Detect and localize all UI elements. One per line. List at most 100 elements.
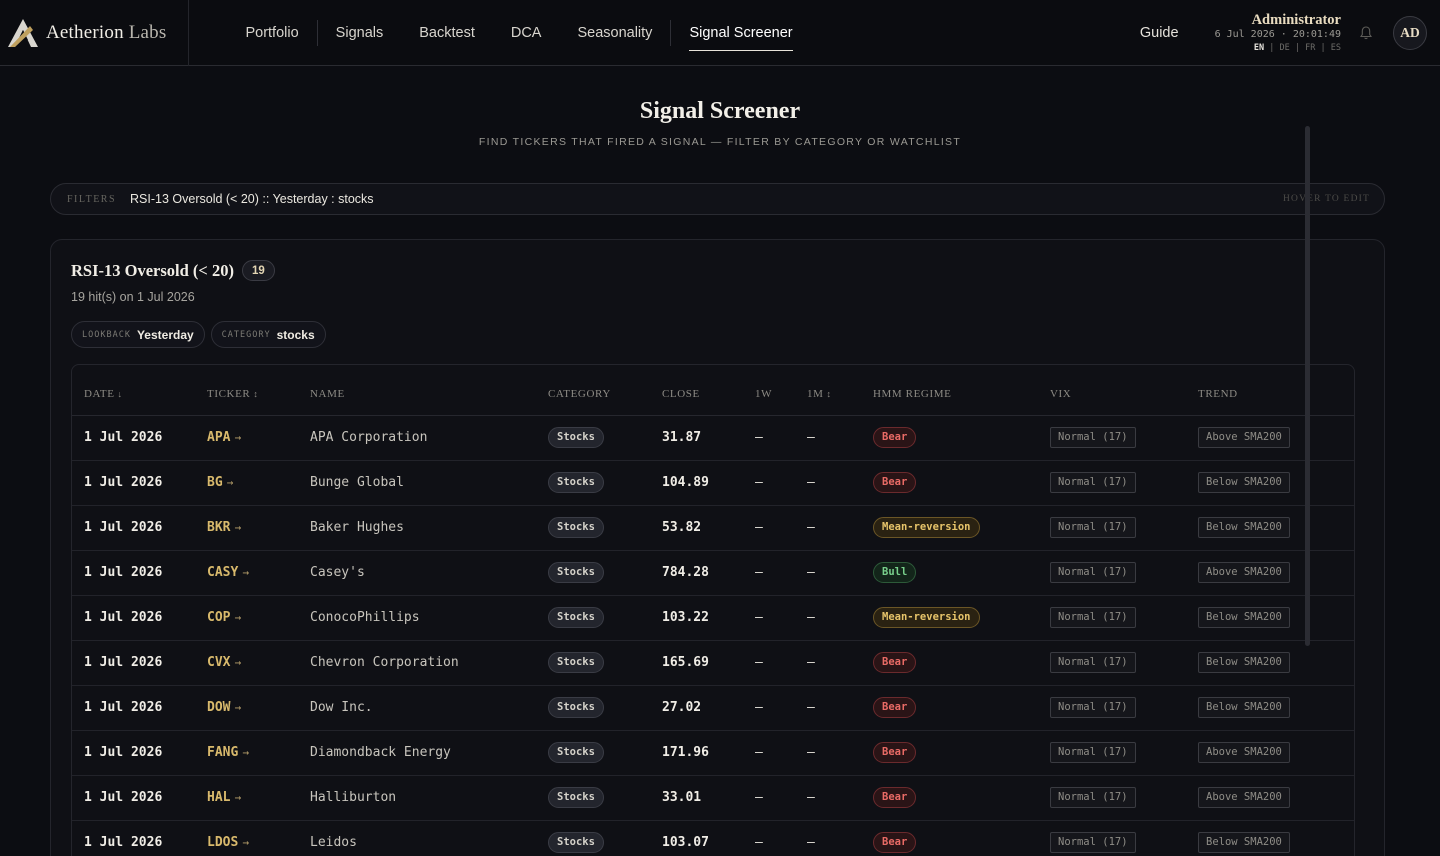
lang-de[interactable]: DE	[1280, 43, 1290, 53]
nav-item-portfolio[interactable]: Portfolio	[227, 18, 316, 48]
cell-1w: —	[755, 820, 807, 856]
nav-item-dca[interactable]: DCA	[493, 18, 560, 48]
regime-badge: Bull	[873, 562, 917, 583]
column-header-1w: 1W	[755, 365, 807, 416]
arrow-right-icon: →	[234, 701, 242, 714]
table-row[interactable]: 1 Jul 2026 CVX → Chevron Corporation Stocks 1…	[72, 640, 1354, 686]
cell-ticker[interactable]: COP →	[207, 595, 310, 641]
column-header-1m[interactable]: 1M ↕	[807, 365, 873, 416]
cell-ticker[interactable]: FANG →	[207, 730, 310, 776]
ticker-link[interactable]: CVX	[207, 655, 230, 670]
column-header-name: NAME	[310, 365, 548, 416]
cell-close: 104.89	[662, 460, 755, 506]
cell-ticker[interactable]: CVX →	[207, 640, 310, 686]
nav-item-backtest[interactable]: Backtest	[401, 18, 493, 48]
cell-category: Stocks	[548, 415, 662, 461]
cell-vix: Normal (17)	[1050, 640, 1198, 686]
guide-link[interactable]: Guide	[1140, 25, 1179, 41]
table-scrollbar[interactable]	[1305, 126, 1310, 646]
cell-category: Stocks	[548, 730, 662, 776]
cell-date: 1 Jul 2026	[72, 775, 207, 821]
cell-1w: —	[755, 460, 807, 506]
table-row[interactable]: 1 Jul 2026 HAL → Halliburton Stocks 33.01— — Be…	[72, 775, 1354, 821]
category-pill: Stocks	[548, 607, 604, 628]
cell-category: Stocks	[548, 505, 662, 551]
cell-ticker[interactable]: BKR →	[207, 505, 310, 551]
sort-icon: ↕	[826, 388, 832, 399]
ticker-link[interactable]: DOW	[207, 700, 230, 715]
table-row[interactable]: 1 Jul 2026 CASY → Casey's Stocks 784.28— — Bull…	[72, 550, 1354, 596]
cell-close: 53.82	[662, 505, 755, 551]
vix-tag: Normal (17)	[1050, 697, 1136, 718]
cell-1m: —	[807, 820, 873, 856]
trend-tag: Below SMA200	[1198, 832, 1290, 853]
category-pill: Stocks	[548, 472, 604, 493]
table-row[interactable]: 1 Jul 2026 FANG → Diamondback Energy Stocks 1…	[72, 730, 1354, 776]
column-header-date[interactable]: DATE ↓	[72, 365, 207, 416]
cell-name: Casey's	[310, 550, 548, 596]
category-pill: Stocks	[548, 652, 604, 673]
cell-ticker[interactable]: DOW →	[207, 685, 310, 731]
brand-name: Aetherion Labs	[46, 22, 166, 44]
signal-title: RSI-13 Oversold (< 20) 19	[71, 260, 275, 281]
ticker-link[interactable]: FANG	[207, 745, 238, 760]
trend-tag: Above SMA200	[1198, 562, 1290, 583]
cell-1w: —	[755, 550, 807, 596]
cell-vix: Normal (17)	[1050, 595, 1198, 641]
cell-date: 1 Jul 2026	[72, 730, 207, 776]
ticker-link[interactable]: BG	[207, 475, 223, 490]
cell-close: 103.22	[662, 595, 755, 641]
top-navigation-bar: Aetherion Labs Portfolio Signals Backtes…	[0, 0, 1440, 66]
lookback-chip[interactable]: LOOKBACK Yesterday	[71, 321, 205, 348]
category-pill: Stocks	[548, 427, 604, 448]
avatar[interactable]: AD	[1393, 16, 1427, 50]
category-chip[interactable]: CATEGORY stocks	[210, 321, 326, 348]
cell-name: Leidos	[310, 820, 548, 856]
lang-en[interactable]: EN	[1254, 43, 1264, 53]
cell-name: Halliburton	[310, 775, 548, 821]
table-row[interactable]: 1 Jul 2026 LDOS → Leidos Stocks 103.07— — Bear N…	[72, 820, 1354, 856]
ticker-link[interactable]: COP	[207, 610, 230, 625]
nav-item-signal-screener[interactable]: Signal Screener	[671, 18, 810, 51]
cell-1m: —	[807, 685, 873, 731]
table-body: 1 Jul 2026 APA → APA Corporation Stocks 31.87…	[72, 415, 1354, 856]
ticker-link[interactable]: HAL	[207, 790, 230, 805]
cell-1w: —	[755, 685, 807, 731]
filters-bar[interactable]: FILTERS RSI-13 Oversold (< 20) :: Yester…	[50, 183, 1385, 215]
bell-icon[interactable]	[1359, 25, 1373, 41]
ticker-link[interactable]: LDOS	[207, 835, 238, 850]
cell-trend: Above SMA200	[1198, 730, 1354, 776]
cell-regime: Bear	[873, 775, 1050, 821]
column-header-ticker[interactable]: TICKER ↕	[207, 365, 310, 416]
trend-tag: Below SMA200	[1198, 652, 1290, 673]
ticker-link[interactable]: CASY	[207, 565, 238, 580]
cell-ticker[interactable]: LDOS →	[207, 820, 310, 856]
lang-es[interactable]: ES	[1331, 43, 1341, 53]
table-row[interactable]: 1 Jul 2026 BKR → Baker Hughes Stocks 53.82— — M…	[72, 505, 1354, 551]
cell-regime: Bear	[873, 685, 1050, 731]
ticker-link[interactable]: APA	[207, 430, 230, 445]
cell-ticker[interactable]: APA →	[207, 415, 310, 461]
ticker-link[interactable]: BKR	[207, 520, 230, 535]
table-row[interactable]: 1 Jul 2026 APA → APA Corporation Stocks 31.87…	[72, 415, 1354, 461]
brand[interactable]: Aetherion Labs	[6, 0, 190, 66]
nav-item-signals[interactable]: Signals	[318, 18, 402, 48]
trend-tag: Below SMA200	[1198, 517, 1290, 538]
cell-ticker[interactable]: CASY →	[207, 550, 310, 596]
cell-name: Chevron Corporation	[310, 640, 548, 686]
table-row[interactable]: 1 Jul 2026 BG → Bunge Global Stocks 104.89— — B…	[72, 460, 1354, 506]
cell-date: 1 Jul 2026	[72, 820, 207, 856]
arrow-right-icon: →	[234, 611, 242, 624]
table-row[interactable]: 1 Jul 2026 COP → ConocoPhillips Stocks 103.22…	[72, 595, 1354, 641]
cell-ticker[interactable]: HAL →	[207, 775, 310, 821]
cell-trend: Below SMA200	[1198, 460, 1354, 506]
trend-tag: Above SMA200	[1198, 742, 1290, 763]
cell-regime: Bear	[873, 640, 1050, 686]
table-row[interactable]: 1 Jul 2026 DOW → Dow Inc. Stocks 27.02— — Bear N…	[72, 685, 1354, 731]
cell-trend: Above SMA200	[1198, 550, 1354, 596]
lang-fr[interactable]: FR	[1305, 43, 1315, 53]
column-header-hmm-regime: HMM REGIME	[873, 365, 1050, 416]
nav-item-seasonality[interactable]: Seasonality	[559, 18, 670, 48]
cell-ticker[interactable]: BG →	[207, 460, 310, 506]
cell-1m: —	[807, 460, 873, 506]
